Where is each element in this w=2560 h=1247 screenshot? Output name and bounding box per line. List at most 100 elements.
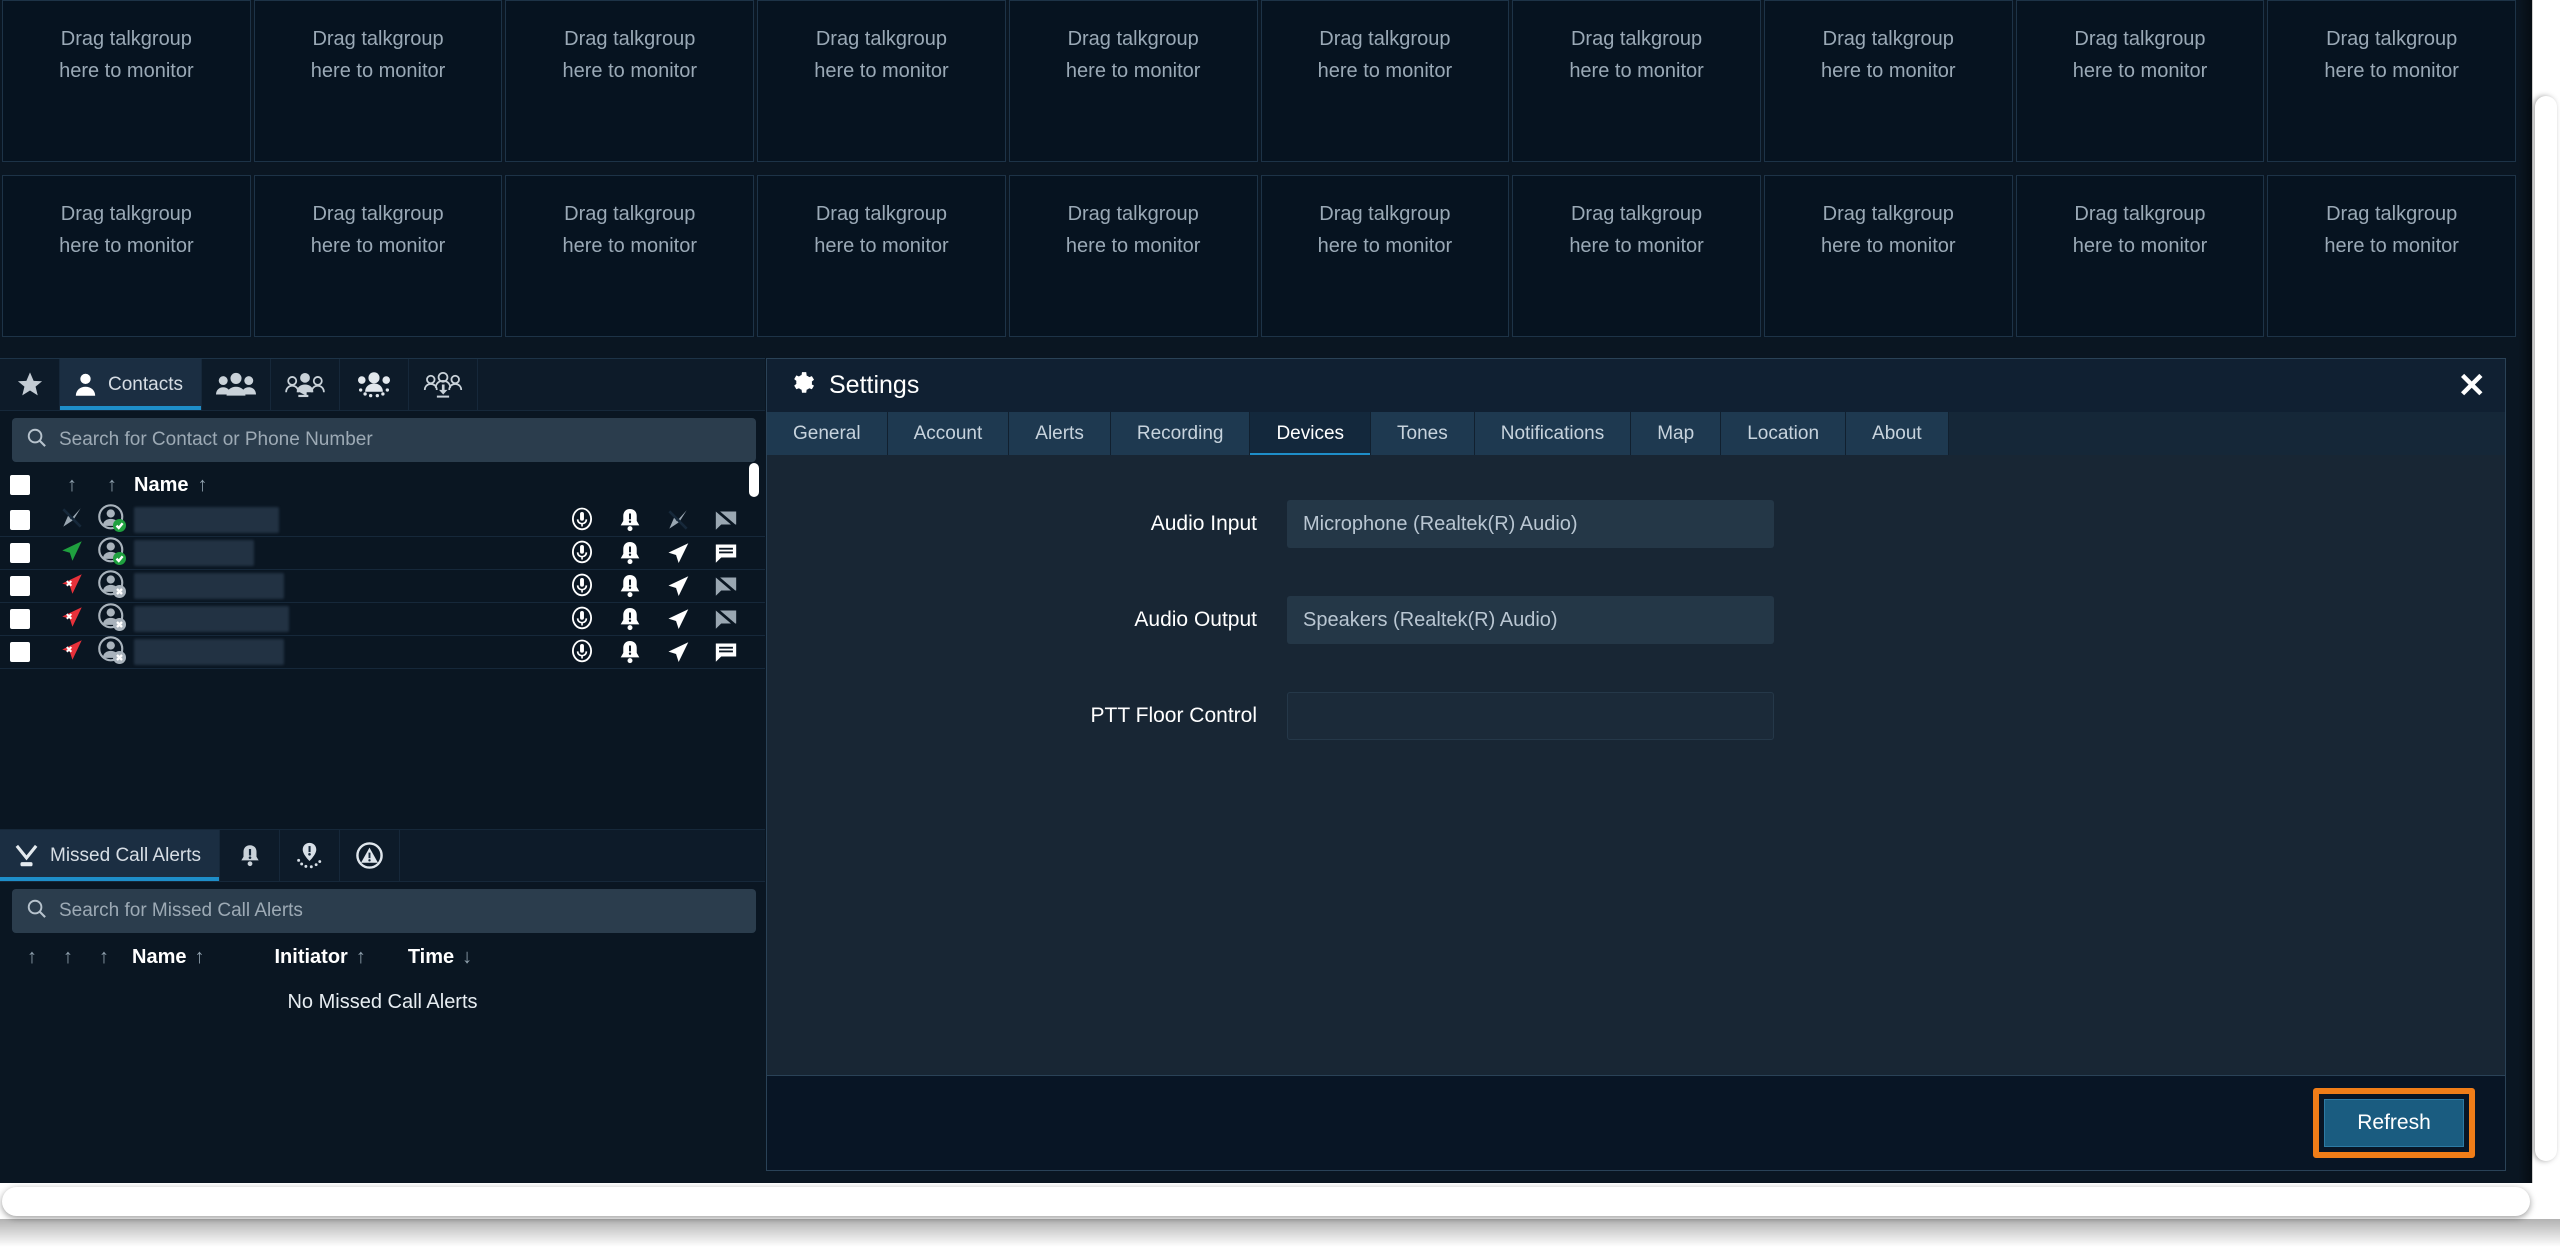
alert-icon[interactable] xyxy=(617,540,643,566)
location-icon[interactable] xyxy=(665,639,691,665)
alerts-sort-1[interactable]: ↑ xyxy=(14,946,50,969)
mic-icon[interactable] xyxy=(569,606,595,632)
talkgroup-drop-tile[interactable]: Drag talkgroup here to monitor xyxy=(2267,0,2517,162)
talkgroup-drop-tile[interactable]: Drag talkgroup here to monitor xyxy=(253,175,503,337)
field-audio-output-select[interactable]: Speakers (Realtek(R) Audio) xyxy=(1287,596,1774,644)
contacts-scrollbar-thumb[interactable] xyxy=(749,463,759,497)
alerts-table-header: ↑ ↑ ↑ Name ↑ Initiator ↑ Time ↓ xyxy=(0,937,765,977)
tab-location[interactable]: Location xyxy=(1721,412,1847,455)
talkgroup-drop-tile[interactable]: Drag talkgroup here to monitor xyxy=(2015,175,2265,337)
row-checkbox[interactable] xyxy=(10,543,54,563)
alert-icon[interactable] xyxy=(617,507,643,533)
field-ptt-floor-control-select[interactable] xyxy=(1287,692,1774,740)
tab-geofence-alert[interactable] xyxy=(280,830,340,881)
row-checkbox[interactable] xyxy=(10,510,54,530)
talkgroup-drop-tile[interactable]: Drag talkgroup here to monitor xyxy=(2015,0,2265,162)
talkgroup-drop-tile[interactable]: Drag talkgroup here to monitor xyxy=(2,175,251,337)
horizontal-scrollbar-track[interactable] xyxy=(0,1183,2560,1247)
refresh-button[interactable]: Refresh xyxy=(2324,1099,2464,1147)
mic-icon[interactable] xyxy=(569,573,595,599)
table-row[interactable] xyxy=(0,536,765,570)
alerts-search-input[interactable] xyxy=(59,900,743,922)
alerts-sort-3[interactable]: ↑ xyxy=(86,946,122,969)
contacts-search-box[interactable] xyxy=(12,418,756,462)
location-icon[interactable] xyxy=(665,540,691,566)
table-row[interactable] xyxy=(0,503,765,537)
message-disabled-icon[interactable] xyxy=(713,507,739,533)
tab-general[interactable]: General xyxy=(767,412,888,455)
message-disabled-icon[interactable] xyxy=(713,573,739,599)
tab-devices[interactable]: Devices xyxy=(1250,412,1372,457)
message-icon[interactable] xyxy=(713,540,739,566)
tab-notifications[interactable]: Notifications xyxy=(1474,412,1632,455)
column-name[interactable]: Name ↑ xyxy=(134,474,765,497)
field-audio-input-select[interactable]: Microphone (Realtek(R) Audio) xyxy=(1287,500,1774,548)
talkgroup-drop-tile[interactable]: Drag talkgroup here to monitor xyxy=(253,0,503,162)
talkgroup-placeholder-line1: Drag talkgroup xyxy=(1570,28,1703,50)
redacted-name xyxy=(134,639,284,665)
table-row[interactable] xyxy=(0,635,765,669)
horizontal-scrollbar-thumb[interactable] xyxy=(2,1187,2530,1216)
tab-groups[interactable] xyxy=(202,359,271,410)
alerts-sort-2[interactable]: ↑ xyxy=(50,946,86,969)
talkgroup-drop-tile[interactable]: Drag talkgroup here to monitor xyxy=(757,175,1006,337)
message-disabled-icon[interactable] xyxy=(713,606,739,632)
groups-icon xyxy=(215,370,256,399)
talkgroup-drop-tile[interactable]: Drag talkgroup here to monitor xyxy=(505,0,755,162)
alerts-column-time[interactable]: Time ↓ xyxy=(408,946,472,969)
talkgroup-drop-tile[interactable]: Drag talkgroup here to monitor xyxy=(757,0,1006,162)
tab-about[interactable]: About xyxy=(1846,412,1949,455)
tab-alert-bell[interactable] xyxy=(220,830,280,881)
row-checkbox[interactable] xyxy=(10,642,54,662)
row-checkbox[interactable] xyxy=(10,609,54,629)
tab-missed-call-alerts[interactable]: Missed Call Alerts xyxy=(0,830,220,881)
row-checkbox[interactable] xyxy=(10,576,54,596)
talkgroup-drop-tile[interactable]: Drag talkgroup here to monitor xyxy=(505,175,755,337)
talkgroup-drop-tile[interactable]: Drag talkgroup here to monitor xyxy=(2267,175,2517,337)
talkgroup-drop-tile[interactable]: Drag talkgroup here to monitor xyxy=(1763,0,2013,162)
sort-availability[interactable]: ↑ xyxy=(90,474,134,497)
alerts-search-box[interactable] xyxy=(12,889,756,933)
talkgroup-drop-tile[interactable]: Drag talkgroup here to monitor xyxy=(2,0,251,162)
talkgroup-drop-tile[interactable]: Drag talkgroup here to monitor xyxy=(1008,175,1258,337)
alerts-column-initiator[interactable]: Initiator ↑ xyxy=(274,946,365,969)
message-icon[interactable] xyxy=(713,639,739,665)
vertical-scrollbar-track[interactable] xyxy=(2532,0,2560,1183)
table-row[interactable] xyxy=(0,602,765,636)
talkgroup-drop-tile[interactable]: Drag talkgroup here to monitor xyxy=(1008,0,1258,162)
tab-label: Map xyxy=(1657,422,1695,444)
location-icon[interactable] xyxy=(665,606,691,632)
select-all-checkbox[interactable] xyxy=(10,475,54,495)
talkgroup-drop-tile[interactable]: Drag talkgroup here to monitor xyxy=(1512,0,1761,162)
tab-alerts[interactable]: Alerts xyxy=(1009,412,1111,455)
tab-dynamic-group[interactable] xyxy=(340,359,409,410)
tab-favorites[interactable] xyxy=(0,359,60,410)
mic-icon[interactable] xyxy=(569,507,595,533)
alerts-column-name[interactable]: Name ↑ xyxy=(132,946,204,969)
talkgroup-drop-tile[interactable]: Drag talkgroup here to monitor xyxy=(1512,175,1761,337)
alert-icon[interactable] xyxy=(617,606,643,632)
tab-emergency-alert[interactable] xyxy=(340,830,400,881)
sort-presence[interactable]: ↑ xyxy=(54,474,90,497)
alert-icon[interactable] xyxy=(617,639,643,665)
talkgroup-drop-tile[interactable]: Drag talkgroup here to monitor xyxy=(1260,0,1510,162)
mic-icon[interactable] xyxy=(569,639,595,665)
tab-map[interactable]: Map xyxy=(1631,412,1722,455)
tab-contacts[interactable]: Contacts xyxy=(60,359,202,410)
mic-icon[interactable] xyxy=(569,540,595,566)
contacts-search-input[interactable] xyxy=(59,429,743,451)
tab-broadcast-group[interactable] xyxy=(271,359,340,410)
tab-recording[interactable]: Recording xyxy=(1110,412,1251,455)
close-icon[interactable]: ✕ xyxy=(2458,369,2486,403)
vertical-scrollbar-thumb[interactable] xyxy=(2535,96,2557,1161)
alert-icon[interactable] xyxy=(617,573,643,599)
no-location-icon[interactable] xyxy=(665,507,691,533)
tab-tones[interactable]: Tones xyxy=(1371,412,1475,455)
talkgroup-drop-tile[interactable]: Drag talkgroup here to monitor xyxy=(1763,175,2013,337)
contacts-rows xyxy=(0,503,765,669)
tab-account[interactable]: Account xyxy=(887,412,1010,455)
tab-import-group[interactable] xyxy=(409,359,478,410)
location-icon[interactable] xyxy=(665,573,691,599)
table-row[interactable] xyxy=(0,569,765,603)
talkgroup-drop-tile[interactable]: Drag talkgroup here to monitor xyxy=(1260,175,1510,337)
